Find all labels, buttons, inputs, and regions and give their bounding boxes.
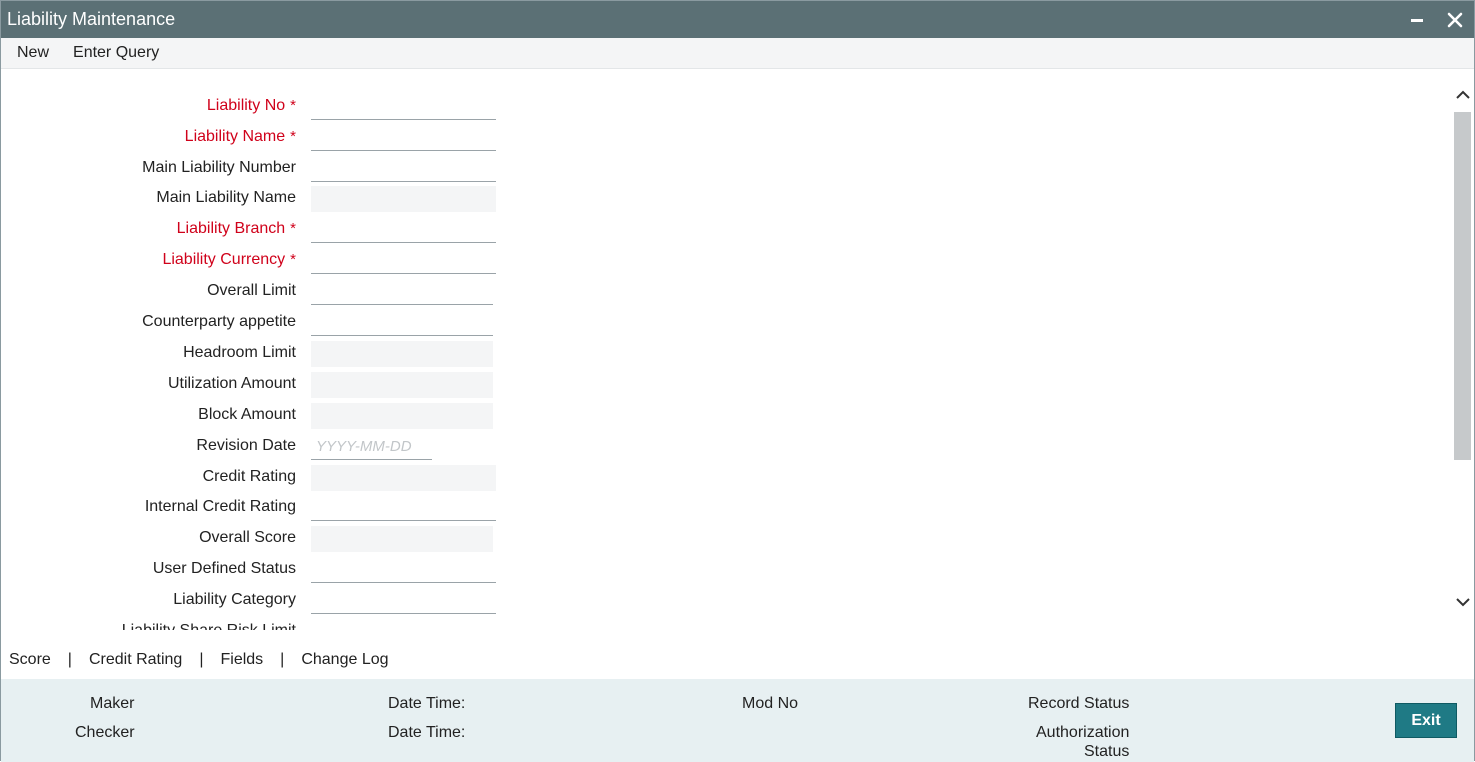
maker-label: Maker (90, 695, 135, 712)
liability-category-input[interactable] (311, 588, 496, 614)
field-row-overall-score: Overall Score (1, 526, 601, 552)
field-row-liability-name: Liability Name * (1, 125, 601, 151)
mod-no-label: Mod No (742, 695, 799, 712)
field-row-liability-share-risk-limit: Liability Share Risk Limit (1, 619, 601, 630)
liability-currency-label: Liability Currency * (162, 251, 296, 268)
change-log-link[interactable]: Change Log (301, 651, 388, 669)
window-title: Liability Maintenance (7, 9, 176, 29)
credit-rating-link[interactable]: Credit Rating (89, 651, 182, 669)
credit-rating-label: Credit Rating (202, 468, 296, 485)
block-amount-label: Block Amount (198, 406, 296, 423)
field-row-internal-credit-rating: Internal Credit Rating (1, 495, 601, 521)
user-defined-status-input[interactable] (311, 557, 496, 583)
field-row-user-defined-status: User Defined Status (1, 557, 601, 583)
record-status-label: Record Status (1028, 695, 1130, 712)
field-row-liability-branch: Liability Branch * (1, 217, 601, 243)
scrollbar-thumb[interactable] (1454, 112, 1471, 460)
block-amount-input (311, 403, 493, 429)
main-liability-name-label: Main Liability Name (156, 189, 296, 206)
liability-name-label: Liability Name * (184, 128, 296, 145)
main-liability-name-input (311, 186, 496, 212)
field-row-liability-currency: Liability Currency * (1, 248, 601, 274)
maker-date-time-label: Date Time: (388, 695, 466, 712)
field-row-revision-date: Revision Date (1, 434, 601, 460)
liability-name-input[interactable] (311, 125, 496, 151)
counterparty-appetite-input[interactable] (311, 310, 493, 336)
chevron-up-icon[interactable] (1451, 82, 1474, 108)
fields-link[interactable]: Fields (220, 651, 263, 669)
minimize-icon[interactable] (1398, 1, 1436, 38)
exit-button[interactable]: Exit (1395, 703, 1457, 738)
liability-no-label: Liability No * (206, 97, 296, 114)
credit-rating-input (311, 465, 496, 491)
revision-date-input[interactable] (311, 434, 432, 460)
checker-date-time-label: Date Time: (388, 724, 466, 741)
main-liability-number-input[interactable] (311, 156, 496, 182)
separator: | (199, 650, 204, 668)
authorization-status-label-line2: Status (1084, 743, 1130, 760)
overall-score-input (311, 526, 493, 552)
field-row-headroom-limit: Headroom Limit (1, 341, 601, 367)
field-row-liability-no: Liability No * (1, 94, 601, 120)
liability-share-risk-limit-input[interactable] (311, 619, 496, 630)
overall-limit-input[interactable] (311, 279, 493, 305)
headroom-limit-input (311, 341, 493, 367)
required-marker: * (290, 251, 296, 268)
field-row-main-liability-name: Main Liability Name (1, 186, 601, 212)
liability-maintenance-window: Liability Maintenance New Enter Query Li… (0, 0, 1475, 762)
close-icon[interactable] (1436, 1, 1474, 38)
form-area: Liability No * Liability Name * Main Liabi… (1, 70, 1451, 630)
chevron-down-icon[interactable] (1451, 589, 1474, 615)
user-defined-status-label: User Defined Status (152, 560, 296, 577)
subsystem-bar: Score | Credit Rating | Fields | Change … (1, 641, 1474, 678)
vertical-scrollbar[interactable] (1451, 70, 1474, 630)
required-marker: * (290, 220, 296, 237)
required-marker: * (290, 128, 296, 145)
menu-bar: New Enter Query (1, 38, 1474, 69)
checker-label: Checker (75, 724, 135, 741)
separator: | (67, 650, 72, 668)
liability-currency-input[interactable] (311, 248, 496, 274)
field-row-main-liability-number: Main Liability Number (1, 156, 601, 182)
liability-share-risk-limit-label: Liability Share Risk Limit (122, 622, 296, 630)
required-marker: * (290, 97, 296, 114)
internal-credit-rating-input[interactable] (311, 495, 496, 521)
field-row-liability-category: Liability Category (1, 588, 601, 614)
revision-date-label: Revision Date (196, 437, 296, 454)
headroom-limit-label: Headroom Limit (183, 344, 296, 361)
utilization-amount-input (311, 372, 493, 398)
counterparty-appetite-label: Counterparty appetite (142, 313, 296, 330)
enter-query-button[interactable]: Enter Query (61, 44, 171, 62)
overall-limit-label: Overall Limit (207, 282, 296, 299)
field-row-credit-rating: Credit Rating (1, 465, 601, 491)
utilization-amount-label: Utilization Amount (167, 375, 296, 392)
field-row-counterparty-appetite: Counterparty appetite (1, 310, 601, 336)
field-row-block-amount: Block Amount (1, 403, 601, 429)
liability-branch-input[interactable] (311, 217, 496, 243)
audit-panel: Maker Checker Date Time: Date Time: Mod … (1, 679, 1474, 762)
score-link[interactable]: Score (9, 651, 51, 669)
overall-score-label: Overall Score (199, 529, 296, 546)
authorization-status-label: Authorization (1036, 724, 1130, 741)
main-liability-number-label: Main Liability Number (142, 159, 296, 176)
liability-branch-label: Liability Branch * (176, 220, 296, 237)
field-row-utilization-amount: Utilization Amount (1, 372, 601, 398)
title-bar: Liability Maintenance (1, 1, 1474, 38)
liability-no-input[interactable] (311, 94, 496, 120)
internal-credit-rating-label: Internal Credit Rating (144, 498, 296, 515)
field-row-overall-limit: Overall Limit (1, 279, 601, 305)
liability-category-label: Liability Category (173, 591, 296, 608)
separator: | (280, 650, 285, 668)
new-button[interactable]: New (1, 44, 61, 62)
